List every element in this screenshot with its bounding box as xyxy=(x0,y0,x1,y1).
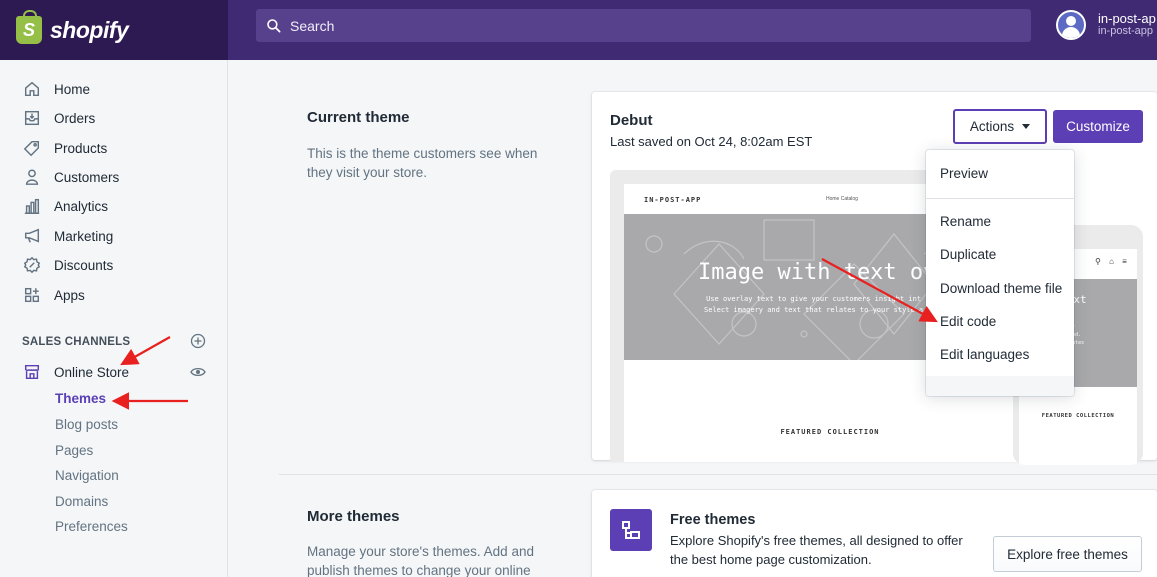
chevron-down-icon xyxy=(1022,124,1031,129)
preview-menu: Home Catalog xyxy=(826,196,858,202)
sidebar-item-label: Products xyxy=(54,140,108,156)
add-channel-icon[interactable] xyxy=(190,333,206,349)
sidebar-subitem-blog-posts[interactable]: Blog posts xyxy=(55,417,118,432)
user-menu[interactable]: in-post-ap in-post-app xyxy=(1056,10,1156,40)
menu-item-duplicate[interactable]: Duplicate xyxy=(940,247,996,262)
more-themes-heading: More themes xyxy=(307,508,400,525)
person-icon xyxy=(22,167,42,187)
preview-store-logo: IN-POST-APP xyxy=(644,196,702,204)
mobile-preview-featured-collection: FEATURED COLLECTION xyxy=(1041,413,1115,419)
sidebar-item-customers[interactable]: Customers xyxy=(22,164,119,190)
sidebar: Home Orders Products Customers Analytics… xyxy=(0,60,228,577)
top-bar: S shopify Search in-post-ap in-post-app xyxy=(0,0,1157,60)
sidebar-item-label: Analytics xyxy=(54,198,109,214)
sales-channels-heading: SALES CHANNELS xyxy=(22,336,131,348)
orders-icon xyxy=(22,108,42,128)
sidebar-item-online-store[interactable]: Online Store xyxy=(22,359,129,385)
sidebar-item-label: Orders xyxy=(54,110,96,126)
sidebar-item-analytics[interactable]: Analytics xyxy=(22,193,108,219)
home-icon xyxy=(22,79,42,99)
explore-free-themes-button[interactable]: Explore free themes xyxy=(993,536,1142,572)
store-icon xyxy=(22,362,42,382)
customize-button[interactable]: Customize xyxy=(1053,110,1143,143)
sidebar-item-home[interactable]: Home xyxy=(22,76,90,102)
sidebar-subitem-pages[interactable]: Pages xyxy=(55,443,93,458)
actions-button[interactable]: Actions xyxy=(953,109,1047,144)
sidebar-subitem-themes[interactable]: Themes xyxy=(55,391,106,406)
menu-item-download-theme-file[interactable]: Download theme file xyxy=(940,281,1062,296)
actions-button-label: Actions xyxy=(969,119,1015,134)
search-placeholder: Search xyxy=(290,17,335,34)
current-theme-description-line-2: they visit your store. xyxy=(307,165,428,180)
sidebar-item-products[interactable]: Products xyxy=(22,135,107,161)
menu-item-rename[interactable]: Rename xyxy=(940,214,991,229)
free-themes-description-line: the best home page customization. xyxy=(670,552,872,567)
view-store-eye-icon[interactable] xyxy=(190,364,206,380)
sidebar-item-orders[interactable]: Orders xyxy=(22,105,95,131)
menu-separator xyxy=(926,198,1074,199)
menu-item-preview[interactable]: Preview xyxy=(940,166,988,181)
free-themes-description: Explore Shopify's free themes, all desig… xyxy=(670,531,970,569)
apps-icon xyxy=(22,285,42,305)
sidebar-item-label: Marketing xyxy=(54,228,114,244)
user-name: in-post-ap xyxy=(1098,11,1156,26)
free-themes-card: Free themes Explore Shopify's free theme… xyxy=(592,490,1157,577)
preview-hero-subtitle-line: Select imagery and text that relates to … xyxy=(704,306,924,314)
sidebar-item-label: Apps xyxy=(54,287,85,303)
brand-wordmark: shopify xyxy=(50,16,129,43)
current-theme-heading: Current theme xyxy=(307,109,410,126)
sidebar-item-apps[interactable]: Apps xyxy=(22,282,85,308)
theme-last-saved: Last saved on Oct 24, 8:02am EST xyxy=(610,134,813,149)
sidebar-item-discounts[interactable]: Discounts xyxy=(22,252,113,278)
menu-item-edit-languages[interactable]: Edit languages xyxy=(940,347,1029,362)
more-themes-description-line-1: Manage your store's themes. Add and xyxy=(307,544,534,559)
shopify-bag-icon: S xyxy=(16,10,42,44)
current-theme-description-line-1: This is the theme customers see when xyxy=(307,146,538,161)
sidebar-subitem-navigation[interactable]: Navigation xyxy=(55,468,119,483)
top-bar-main: Search in-post-ap in-post-app xyxy=(228,0,1157,60)
bar-chart-icon xyxy=(22,196,42,216)
search-input[interactable]: Search xyxy=(256,9,1031,42)
avatar[interactable] xyxy=(1056,10,1086,40)
tag-icon xyxy=(22,138,42,158)
free-themes-icon xyxy=(610,509,652,551)
section-divider xyxy=(279,474,1157,475)
actions-dropdown-menu: Preview Rename Duplicate Download theme … xyxy=(926,150,1074,396)
sidebar-item-label: Online Store xyxy=(54,364,130,380)
theme-name: Debut xyxy=(610,112,653,129)
mobile-preview-icons: ⚲ ⌂ ≡ xyxy=(1095,257,1130,266)
discount-icon xyxy=(22,255,42,275)
preview-hero-subtitle: Use overlay text to give your customers … xyxy=(704,294,923,316)
sidebar-item-marketing[interactable]: Marketing xyxy=(22,223,113,249)
sidebar-item-label: Discounts xyxy=(54,257,114,273)
sidebar-subitem-preferences[interactable]: Preferences xyxy=(55,519,128,534)
preview-hero-subtitle-line: Use overlay text to give your customers … xyxy=(706,295,922,303)
menu-footer xyxy=(926,376,1074,396)
free-themes-description-line: Explore Shopify's free themes, all desig… xyxy=(670,533,963,548)
sidebar-subitem-domains[interactable]: Domains xyxy=(55,494,108,509)
more-themes-description-line-2: publish themes to change your online xyxy=(307,563,531,577)
shopify-logo[interactable]: S shopify xyxy=(0,0,228,60)
search-icon xyxy=(267,18,281,32)
megaphone-icon xyxy=(22,226,42,246)
theme-template-icon xyxy=(622,521,640,539)
preview-hero-title: Image with text ove xyxy=(698,260,950,285)
menu-item-edit-code[interactable]: Edit code xyxy=(940,314,996,329)
preview-featured-collection: FEATURED COLLECTION xyxy=(780,428,880,436)
sidebar-item-label: Home xyxy=(54,81,91,97)
store-name: in-post-app xyxy=(1098,25,1154,37)
sidebar-item-label: Customers xyxy=(54,169,120,185)
free-themes-title: Free themes xyxy=(670,512,756,528)
